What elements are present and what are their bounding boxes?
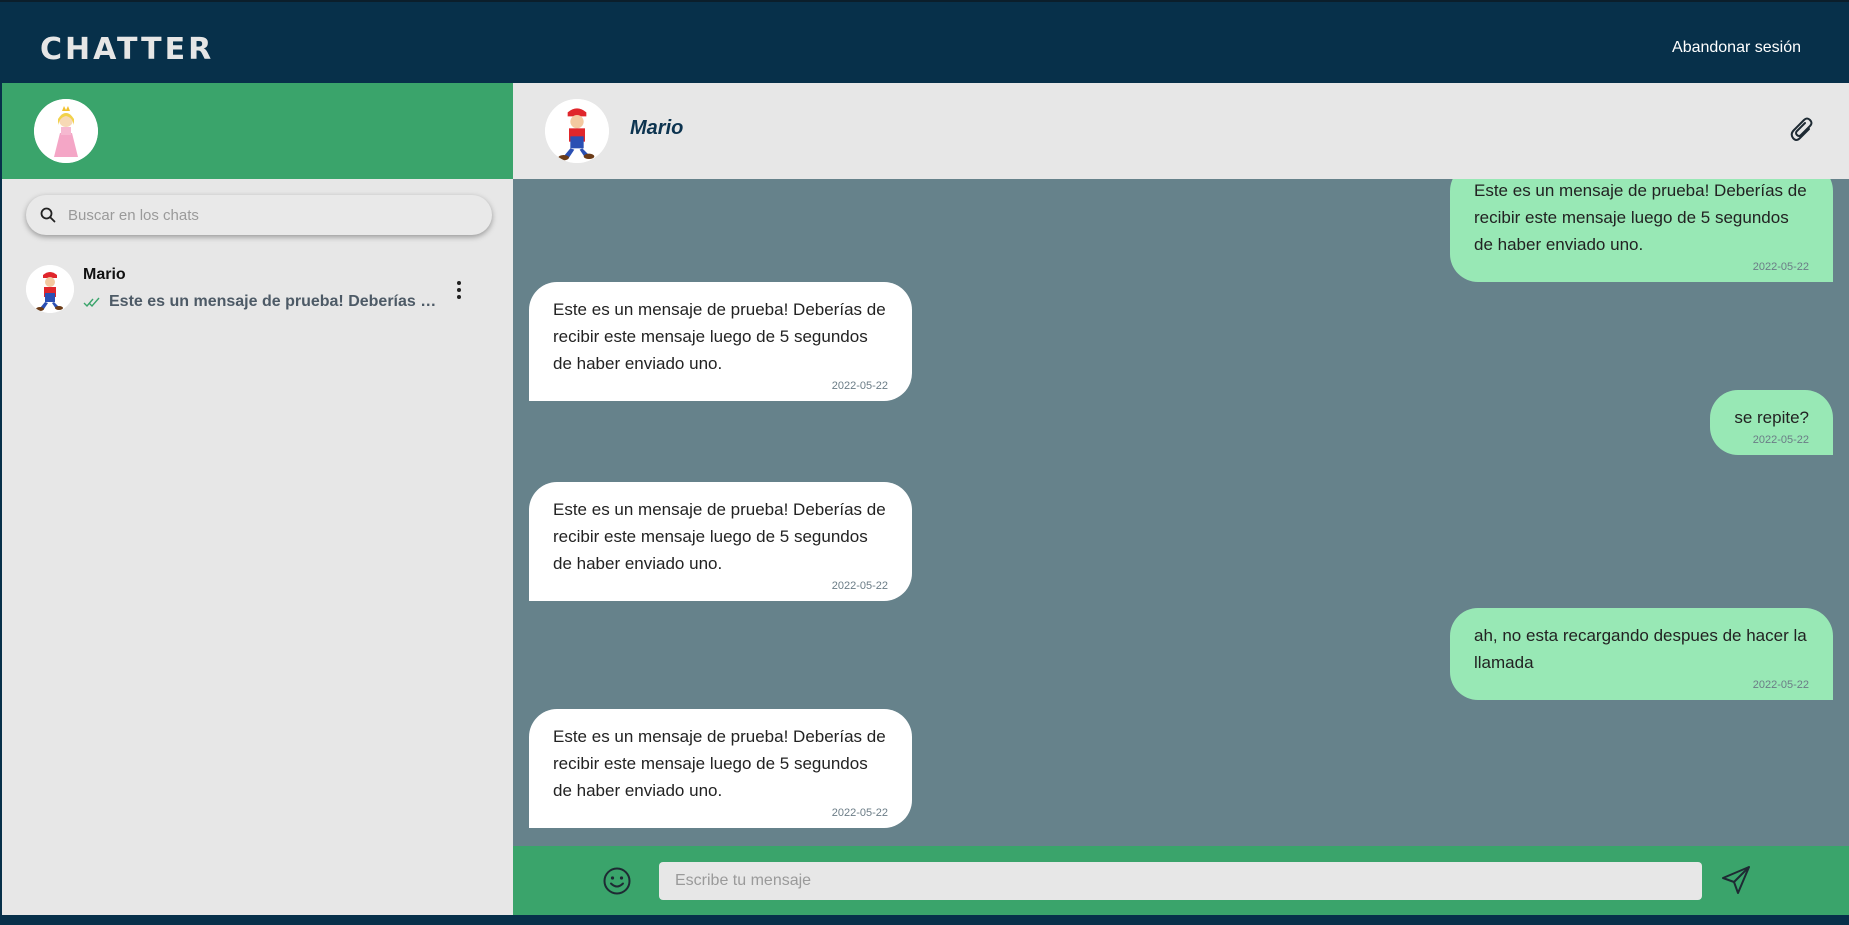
message-text: Este es un mensaje de prueba! Deberías d… [553,727,886,800]
user-avatar[interactable] [34,99,98,163]
search-input[interactable] [68,206,448,224]
app-logo: CHATTER [40,32,215,67]
chat-header: Mario [513,83,1849,179]
message-list[interactable]: Este es un mensaje de prueba! Deberías d… [513,179,1849,846]
message-incoming: Este es un mensaje de prueba! Deberías d… [529,282,912,401]
message-time: 2022-05-22 [831,580,888,592]
chat-preview: Este es un mensaje de prueba! Deberías d… [83,293,443,311]
message-text: Este es un mensaje de prueba! Deberías d… [553,500,886,573]
message-time: 2022-05-22 [1752,679,1809,691]
sidebar: Mario Este es un mensaje de prueba! Debe… [0,83,513,915]
contact-avatar [26,265,74,313]
chat-contact-name: Mario [83,266,126,283]
search-icon [40,207,56,223]
paperclip-icon[interactable] [1789,116,1815,144]
emoji-icon[interactable] [602,866,632,896]
chat-panel: Mario Este es un mensaje de prueba! Debe… [513,83,1849,915]
message-input[interactable] [659,862,1702,900]
double-check-icon [83,297,100,308]
sidebar-header [2,83,513,179]
contact-name: Mario [630,117,684,139]
message-text: ah, no esta recargando despues de hacer … [1474,626,1807,672]
message-composer [513,846,1849,915]
top-bar: CHATTER Abandonar sesión [0,0,1849,83]
message-outgoing: se repite? 2022-05-22 [1710,390,1833,455]
message-incoming: Este es un mensaje de prueba! Deberías d… [529,709,912,828]
chat-list-item[interactable]: Mario Este es un mensaje de prueba! Debe… [2,253,513,323]
message-text: Este es un mensaje de prueba! Deberías d… [553,300,886,373]
contact-avatar[interactable] [545,99,609,163]
chat-preview-text: Este es un mensaje de prueba! Deberías d… [109,293,439,310]
message-time: 2022-05-22 [1752,261,1809,273]
message-time: 2022-05-22 [831,380,888,392]
message-time: 2022-05-22 [1752,434,1809,446]
message-text: Este es un mensaje de prueba! Deberías d… [1474,181,1807,254]
message-text: se repite? [1734,408,1809,427]
logout-link[interactable]: Abandonar sesión [1672,39,1801,57]
more-vertical-icon[interactable] [454,281,464,299]
message-time: 2022-05-22 [831,807,888,819]
search-bar[interactable] [26,195,492,235]
message-outgoing: Este es un mensaje de prueba! Deberías d… [1450,179,1833,282]
message-incoming: Este es un mensaje de prueba! Deberías d… [529,482,912,601]
message-outgoing: ah, no esta recargando despues de hacer … [1450,608,1833,700]
send-icon[interactable] [1720,864,1752,896]
